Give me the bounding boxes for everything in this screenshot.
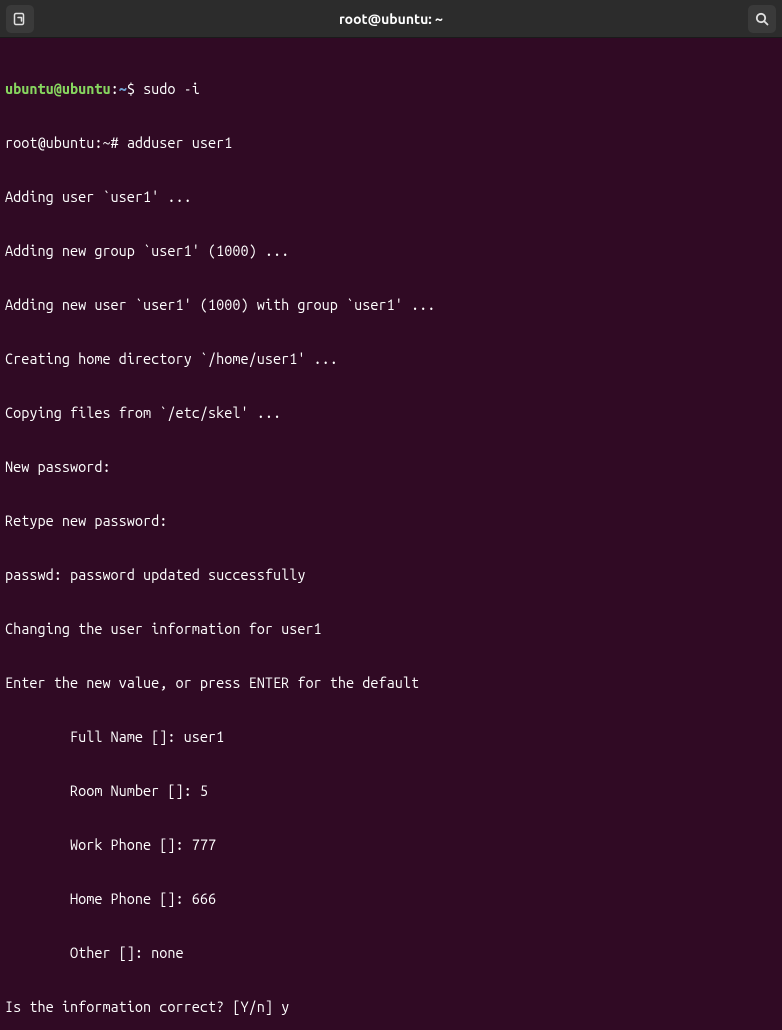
command-text: sudo -i [143, 80, 200, 97]
terminal-line: root@ubuntu:~# adduser user1 [5, 134, 777, 152]
terminal-output[interactable]: ubuntu@ubuntu:~$ sudo -i root@ubuntu:~# … [0, 38, 782, 1030]
window-title: root@ubuntu: ~ [339, 10, 443, 28]
terminal-line: Changing the user information for user1 [5, 620, 777, 638]
terminal-line: Work Phone []: 777 [5, 836, 777, 854]
new-tab-icon [12, 11, 28, 27]
prompt-user: ubuntu@ubuntu [5, 80, 111, 97]
terminal-line: Copying files from `/etc/skel' ... [5, 404, 777, 422]
prompt-symbol: $ [127, 80, 135, 97]
window-titlebar: root@ubuntu: ~ [0, 0, 782, 38]
terminal-line: ubuntu@ubuntu:~$ sudo -i [5, 80, 777, 98]
terminal-line: Is the information correct? [Y/n] y [5, 998, 777, 1016]
terminal-line: Adding user `user1' ... [5, 188, 777, 206]
terminal-line: Home Phone []: 666 [5, 890, 777, 908]
prompt-path: ~ [119, 80, 127, 97]
search-icon [754, 11, 770, 27]
command-text: adduser user1 [127, 134, 233, 151]
prompt-root: root@ubuntu:~# [5, 134, 127, 151]
terminal-line: passwd: password updated successfully [5, 566, 777, 584]
search-button[interactable] [748, 5, 776, 33]
terminal-line: Creating home directory `/home/user1' ..… [5, 350, 777, 368]
terminal-line: Adding new group `user1' (1000) ... [5, 242, 777, 260]
prompt-colon: : [111, 80, 119, 97]
new-tab-button[interactable] [6, 5, 34, 33]
terminal-line: Enter the new value, or press ENTER for … [5, 674, 777, 692]
command-text [135, 80, 143, 97]
terminal-line: New password: [5, 458, 777, 476]
terminal-line: Adding new user `user1' (1000) with grou… [5, 296, 777, 314]
terminal-line: Full Name []: user1 [5, 728, 777, 746]
terminal-line: Other []: none [5, 944, 777, 962]
terminal-line: Room Number []: 5 [5, 782, 777, 800]
